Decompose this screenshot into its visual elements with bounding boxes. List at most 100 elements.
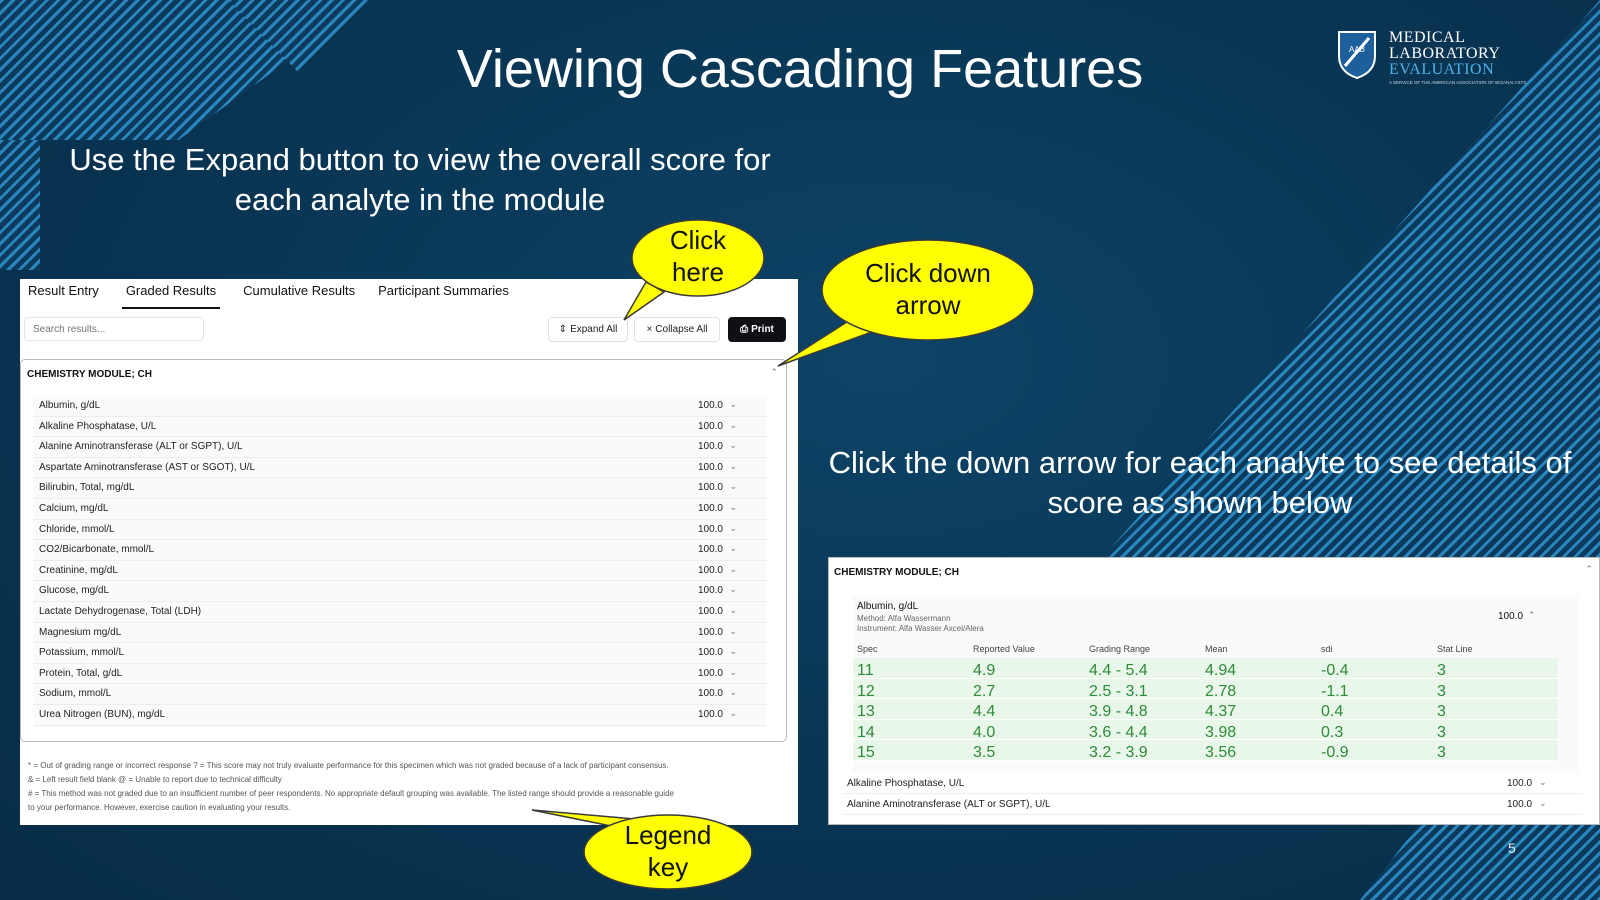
detail-table-row: 11 4.9 4.4 - 5.4 4.94 -0.4 3 — [853, 658, 1558, 679]
analyte-row[interactable]: Alkaline Phosphatase, U/L 100.0 ⌄ — [33, 416, 767, 438]
tab-cumulative-results[interactable]: Cumulative Results — [243, 283, 355, 309]
analyte-row[interactable]: Glucose, mg/dL 100.0 ⌄ — [33, 581, 767, 602]
analyte-name: Glucose, mg/dL — [39, 585, 110, 597]
detail-instrument: Instrument: Alfa Wasser Axcel/Alera — [857, 624, 984, 633]
analyte-row[interactable]: Protein, Total, g/dL 100.0 ⌄ — [33, 663, 767, 685]
analyte-score: 100.0 — [697, 667, 723, 679]
analyte-name: CO2/Bicarbonate, mmol/L — [39, 544, 155, 556]
chevron-down-icon[interactable]: ⌄ — [729, 420, 737, 431]
chevron-up-icon[interactable]: ⌃ — [1528, 610, 1536, 621]
callout-line: here — [671, 257, 725, 287]
chevron-down-icon[interactable]: ⌄ — [729, 502, 737, 513]
detail-table-header: Spec Reported Value Grading Range Mean sdi St… — [853, 640, 1578, 658]
analyte-row[interactable]: CO2/Bicarbonate, mmol/L 100.0 ⌄ — [33, 540, 767, 561]
analyte-row[interactable]: Magnesium mg/dL 100.0 ⌄ — [33, 622, 767, 644]
expand-icon: ⇕ — [558, 324, 568, 335]
analyte-score: 100.0 — [697, 461, 723, 473]
chevron-down-icon[interactable]: ⌄ — [729, 708, 737, 719]
detail-table-row: 12 2.7 2.5 - 3.1 2.78 -1.1 3 — [853, 678, 1558, 700]
analyte-name: Bilirubin, Total, mg/dL — [39, 482, 135, 494]
analyte-row[interactable]: Creatinine, mg/dL 100.0 ⌄ — [33, 560, 767, 582]
print-button[interactable]: ⎙ Print — [728, 317, 786, 342]
page-number: 5 — [1508, 840, 1516, 856]
analyte-score: 100.0 — [697, 709, 723, 720]
analyte-score: 100.0 — [697, 420, 723, 432]
analyte-row[interactable]: Chloride, mmol/L 100.0 ⌄ — [33, 519, 767, 541]
table-cell: -1.1 — [1321, 682, 1349, 700]
legend-line: to your performance. However, exercise c… — [28, 803, 291, 812]
analyte-score: 100.0 — [697, 400, 723, 411]
chevron-down-icon[interactable]: ⌄ — [729, 399, 737, 410]
expand-all-button[interactable]: ⇕ Expand All — [548, 317, 628, 342]
analyte-score: 100.0 — [697, 544, 723, 556]
logo-line-2: LABORATORY — [1389, 45, 1501, 62]
chevron-down-icon[interactable]: ⌄ — [729, 461, 737, 472]
chevron-down-icon[interactable]: ⌄ — [1539, 798, 1547, 809]
analyte-row[interactable]: Alkaline Phosphatase, U/L 100.0 ⌄ — [843, 774, 1583, 794]
detail-module-title: CHEMISTRY MODULE; CH — [834, 567, 959, 578]
callout-legend-key-text: Legend key — [600, 819, 736, 883]
table-cell: 3.5 — [973, 744, 996, 762]
analyte-row[interactable]: Lactate Dehydrogenase, Total (LDH) 100.0 ⌄ — [33, 602, 767, 623]
table-cell: 4.4 - 5.4 — [1089, 662, 1148, 679]
chevron-down-icon[interactable]: ⌄ — [729, 481, 737, 492]
chevron-down-icon[interactable]: ⌄ — [729, 687, 737, 698]
chevron-down-icon[interactable]: ⌄ — [729, 564, 737, 575]
analyte-score: 100.0 — [697, 482, 723, 494]
chevron-down-icon[interactable]: ⌄ — [729, 440, 737, 451]
graded-results-panel: Result Entry Graded Results Cumulative R… — [20, 279, 798, 825]
chevron-down-icon[interactable]: ⌄ — [729, 605, 737, 616]
svg-text:AAB: AAB — [1349, 45, 1365, 54]
analyte-row[interactable]: Potassium, mmol/L 100.0 ⌄ — [33, 643, 767, 664]
chevron-down-icon[interactable]: ⌄ — [729, 646, 737, 657]
analyte-score: 100.0 — [697, 523, 723, 535]
table-cell: 4.94 — [1205, 662, 1237, 679]
table-cell: 3 — [1437, 744, 1446, 762]
tab-result-entry[interactable]: Result Entry — [28, 283, 99, 309]
analyte-row[interactable]: Sodium, mmol/L 100.0 ⌄ — [33, 684, 767, 705]
print-label: Print — [751, 324, 774, 335]
collapse-all-button[interactable]: × Collapse All — [634, 317, 720, 342]
chevron-down-icon[interactable]: ⌄ — [729, 584, 737, 595]
callout-line: Click down — [865, 258, 991, 288]
analyte-name: Creatinine, mg/dL — [39, 564, 118, 576]
chevron-up-icon[interactable]: ⌃ — [1585, 564, 1593, 575]
table-cell: 13 — [857, 703, 875, 721]
search-input[interactable] — [24, 317, 204, 341]
chevron-down-icon[interactable]: ⌄ — [729, 523, 737, 534]
analyte-row[interactable]: Aspartate Aminotransferase (AST or SGOT)… — [33, 457, 767, 479]
chevron-down-icon[interactable]: ⌄ — [729, 543, 737, 554]
logo-wordmark: MEDICAL LABORATORY EVALUATION — [1389, 30, 1500, 78]
analyte-row[interactable]: Alanine Aminotransferase (ALT or SGPT), … — [33, 437, 767, 458]
detail-table-row: 14 4.0 3.6 - 4.4 3.98 0.3 3 — [853, 719, 1558, 741]
table-cell: 3.98 — [1205, 723, 1237, 741]
analyte-row[interactable]: Urea Nitrogen (BUN), mg/dL 100.0 ⌄ — [33, 705, 767, 726]
chevron-down-icon[interactable]: ⌄ — [729, 667, 737, 678]
table-cell: -0.4 — [1321, 662, 1349, 679]
column-header: Grading Range — [1089, 644, 1151, 654]
callout-line: key — [647, 852, 689, 882]
analyte-name: Calcium, mg/dL — [39, 503, 109, 514]
logo-tagline: A SERVICE OF THE AMERICAN ASSOCIATION OF… — [1389, 80, 1527, 85]
chevron-down-icon[interactable]: ⌄ — [1539, 777, 1547, 788]
analyte-name: Urea Nitrogen (BUN), mg/dL — [39, 709, 166, 720]
table-cell: 4.9 — [973, 662, 996, 679]
caption-expand: Use the Expand button to view the overal… — [69, 142, 771, 217]
chevron-down-icon[interactable]: ⌄ — [729, 626, 737, 637]
analyte-row[interactable]: Calcium, mg/dL 100.0 ⌄ — [33, 499, 767, 520]
legend-line: & = Left result field blank @ = Unable t… — [28, 775, 282, 784]
table-cell: 3 — [1437, 723, 1446, 741]
analyte-score: 100.0 — [697, 688, 723, 700]
tab-graded-results[interactable]: Graded Results — [121, 283, 221, 309]
chevron-up-icon[interactable]: ⌃ — [770, 367, 778, 378]
analyte-score: 100.0 — [697, 503, 723, 514]
shield-logo-icon: AAB — [1338, 31, 1376, 80]
analyte-name: Protein, Total, g/dL — [39, 667, 123, 679]
analyte-row[interactable]: Bilirubin, Total, mg/dL 100.0 ⌄ — [33, 478, 767, 499]
analyte-row[interactable]: Albumin, g/dL 100.0 ⌄ — [33, 396, 767, 417]
analyte-name: Lactate Dehydrogenase, Total (LDH) — [39, 606, 202, 617]
caption-down-arrow: Click the down arrow for each analyte to… — [828, 445, 1572, 520]
tab-participant-summaries[interactable]: Participant Summaries — [378, 283, 509, 309]
callout-line: Click — [669, 225, 727, 255]
analyte-row[interactable]: Alanine Aminotransferase (ALT or SGPT), … — [843, 795, 1583, 815]
